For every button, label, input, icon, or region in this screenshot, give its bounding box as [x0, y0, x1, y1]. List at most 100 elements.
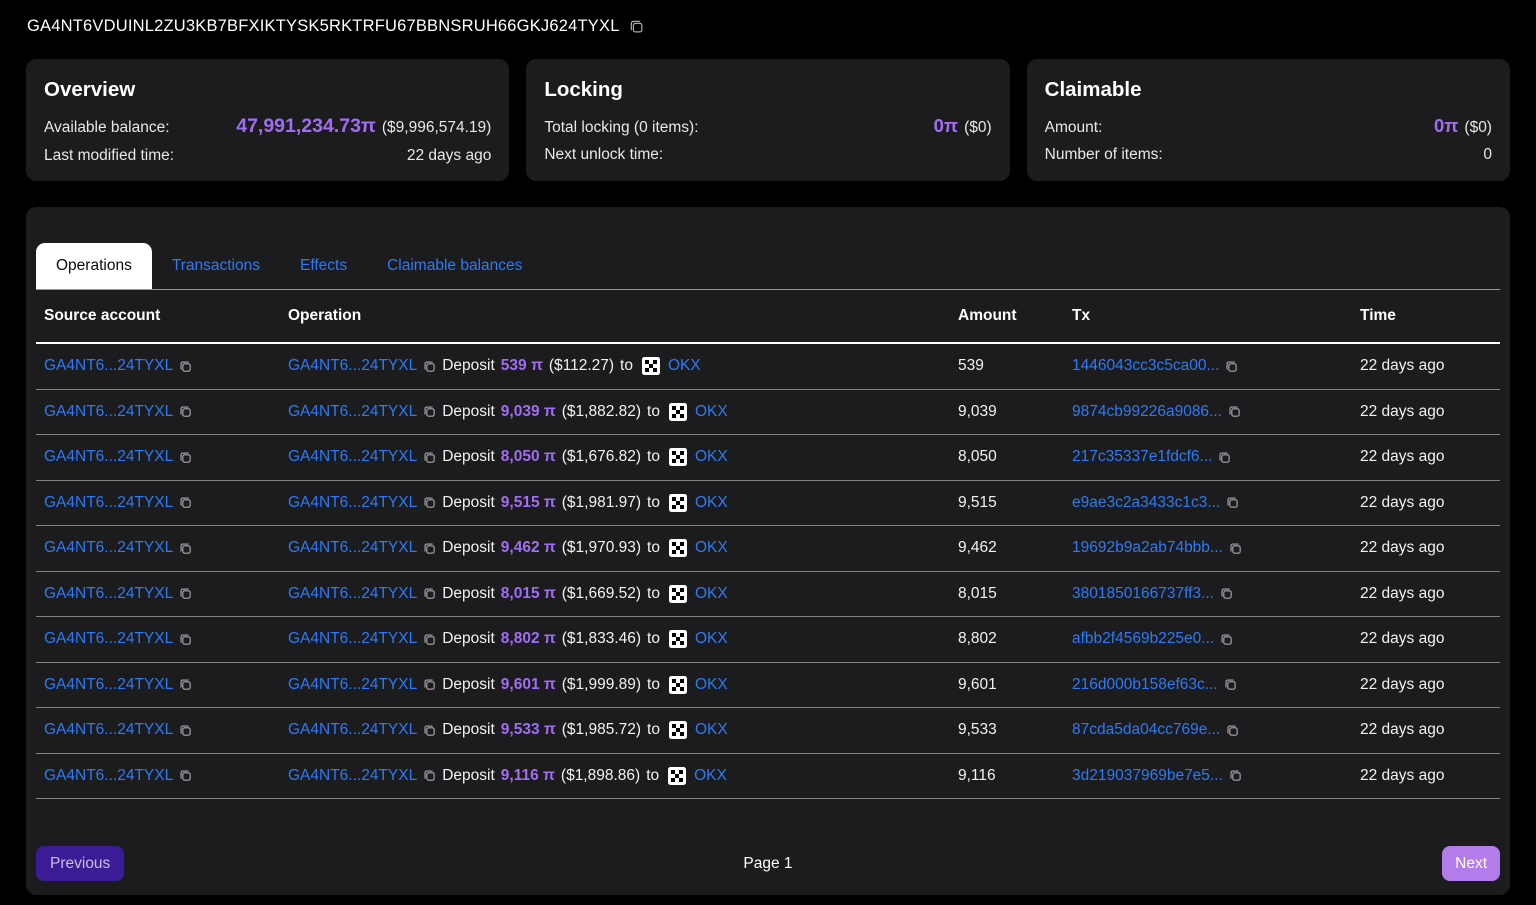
operation-account-link[interactable]: GA4NT6...24TYXL: [288, 539, 417, 557]
copy-source-icon[interactable]: [179, 496, 192, 509]
tab-operations[interactable]: Operations: [36, 243, 152, 289]
operation-destination-link[interactable]: OKX: [695, 721, 728, 739]
tx-hash-link[interactable]: 3d219037969be7e5...: [1072, 767, 1223, 785]
tx-hash-link[interactable]: 9874cb99226a9086...: [1072, 403, 1222, 421]
operation-account-link[interactable]: GA4NT6...24TYXL: [288, 448, 417, 466]
operation-account-link[interactable]: GA4NT6...24TYXL: [288, 721, 417, 739]
source-account-link[interactable]: GA4NT6...24TYXL: [44, 585, 173, 603]
operation-destination-link[interactable]: OKX: [695, 676, 728, 694]
summary-cards: Overview Available balance: 47,991,234.7…: [26, 59, 1510, 181]
operation-cell: GA4NT6...24TYXL Deposit 9,601 π ($1,999.…: [280, 676, 950, 694]
copy-source-icon[interactable]: [179, 769, 192, 782]
operation-account-link[interactable]: GA4NT6...24TYXL: [288, 494, 417, 512]
tab-effects[interactable]: Effects: [280, 243, 367, 289]
operation-destination-link[interactable]: OKX: [695, 585, 728, 603]
next-unlock-label: Next unlock time:: [544, 146, 663, 164]
operations-table-body: GA4NT6...24TYXL GA4NT6...24TYXL Deposit …: [36, 344, 1500, 799]
copy-tx-icon[interactable]: [1226, 496, 1239, 509]
tx-hash-link[interactable]: 19692b9a2ab74bbb...: [1072, 539, 1223, 557]
copy-source-icon[interactable]: [179, 678, 192, 691]
last-modified-label: Last modified time:: [44, 147, 174, 165]
tx-hash-link[interactable]: afbb2f4569b225e0...: [1072, 630, 1214, 648]
copy-source-icon[interactable]: [179, 360, 192, 373]
operation-to-label: to: [647, 539, 660, 557]
operation-destination-link[interactable]: OKX: [695, 448, 728, 466]
header-amount: Amount: [950, 307, 1064, 325]
operation-account-link[interactable]: GA4NT6...24TYXL: [288, 630, 417, 648]
copy-tx-icon[interactable]: [1229, 542, 1242, 555]
tx-hash-link[interactable]: 87cda5da04cc769e...: [1072, 721, 1220, 739]
tx-hash-link[interactable]: 1446043cc3c5ca00...: [1072, 357, 1219, 375]
operation-account-link[interactable]: GA4NT6...24TYXL: [288, 403, 417, 421]
source-account-link[interactable]: GA4NT6...24TYXL: [44, 676, 173, 694]
tx-hash-link[interactable]: 216d000b158ef63c...: [1072, 676, 1218, 694]
copy-operation-account-icon[interactable]: [423, 496, 436, 509]
copy-tx-icon[interactable]: [1218, 451, 1231, 464]
copy-operation-account-icon[interactable]: [423, 405, 436, 418]
copy-source-icon[interactable]: [179, 633, 192, 646]
copy-tx-icon[interactable]: [1226, 724, 1239, 737]
source-account-link[interactable]: GA4NT6...24TYXL: [44, 630, 173, 648]
copy-tx-icon[interactable]: [1228, 405, 1241, 418]
operation-destination-link[interactable]: OKX: [695, 494, 728, 512]
source-account-link[interactable]: GA4NT6...24TYXL: [44, 448, 173, 466]
operation-destination-link[interactable]: OKX: [694, 767, 727, 785]
source-account-link[interactable]: GA4NT6...24TYXL: [44, 767, 173, 785]
copy-address-icon[interactable]: [629, 19, 644, 34]
tx-hash-link[interactable]: e9ae3c2a3433c1c3...: [1072, 494, 1220, 512]
operation-to-label: to: [647, 585, 660, 603]
table-row: GA4NT6...24TYXL GA4NT6...24TYXL Deposit …: [36, 663, 1500, 709]
copy-operation-account-icon[interactable]: [423, 633, 436, 646]
operation-account-link[interactable]: GA4NT6...24TYXL: [288, 585, 417, 603]
copy-operation-account-icon[interactable]: [423, 587, 436, 600]
copy-source-icon[interactable]: [179, 587, 192, 600]
amount-cell: 9,601: [950, 676, 1064, 694]
copy-operation-account-icon[interactable]: [423, 769, 436, 782]
operation-account-link[interactable]: GA4NT6...24TYXL: [288, 676, 417, 694]
next-page-button[interactable]: Next: [1442, 846, 1500, 881]
copy-source-icon[interactable]: [179, 405, 192, 418]
previous-page-button[interactable]: Previous: [36, 846, 124, 881]
copy-tx-icon[interactable]: [1224, 678, 1237, 691]
copy-operation-account-icon[interactable]: [423, 542, 436, 555]
tx-hash-link[interactable]: 217c35337e1fdcf6...: [1072, 448, 1212, 466]
tx-hash-link[interactable]: 3801850166737ff3...: [1072, 585, 1214, 603]
okx-logo-icon: [669, 403, 687, 421]
operation-amount-usd: ($1,669.52): [562, 585, 641, 603]
source-account-link[interactable]: GA4NT6...24TYXL: [44, 357, 173, 375]
copy-tx-icon[interactable]: [1220, 633, 1233, 646]
operation-amount-usd: ($1,999.89): [562, 676, 641, 694]
source-account-link[interactable]: GA4NT6...24TYXL: [44, 494, 173, 512]
copy-operation-account-icon[interactable]: [423, 360, 436, 373]
operation-destination-link[interactable]: OKX: [695, 403, 728, 421]
operation-account-link[interactable]: GA4NT6...24TYXL: [288, 767, 417, 785]
amount-cell: 8,050: [950, 448, 1064, 466]
operation-to-label: to: [647, 448, 660, 466]
activity-tabs: Operations Transactions Effects Claimabl…: [36, 243, 1500, 290]
source-account-link[interactable]: GA4NT6...24TYXL: [44, 403, 173, 421]
operation-destination-link[interactable]: OKX: [695, 539, 728, 557]
copy-tx-icon[interactable]: [1225, 360, 1238, 373]
tab-claimable-balances[interactable]: Claimable balances: [367, 243, 542, 289]
operation-to-label: to: [646, 767, 659, 785]
copy-source-icon[interactable]: [179, 542, 192, 555]
operation-destination-link[interactable]: OKX: [668, 357, 701, 375]
source-account-link[interactable]: GA4NT6...24TYXL: [44, 539, 173, 557]
source-account-cell: GA4NT6...24TYXL: [36, 448, 280, 466]
copy-tx-icon[interactable]: [1229, 769, 1242, 782]
source-account-link[interactable]: GA4NT6...24TYXL: [44, 721, 173, 739]
tx-cell: 1446043cc3c5ca00...: [1064, 357, 1352, 375]
copy-tx-icon[interactable]: [1220, 587, 1233, 600]
source-account-cell: GA4NT6...24TYXL: [36, 676, 280, 694]
page-number-label: Page 1: [36, 855, 1500, 873]
operation-account-link[interactable]: GA4NT6...24TYXL: [288, 357, 417, 375]
copy-source-icon[interactable]: [179, 451, 192, 464]
claimable-amount-pi: 0π: [1434, 115, 1458, 136]
copy-operation-account-icon[interactable]: [423, 678, 436, 691]
claimable-items-value: 0: [1483, 146, 1492, 164]
copy-operation-account-icon[interactable]: [423, 451, 436, 464]
operation-destination-link[interactable]: OKX: [695, 630, 728, 648]
copy-operation-account-icon[interactable]: [423, 724, 436, 737]
tab-transactions[interactable]: Transactions: [152, 243, 280, 289]
copy-source-icon[interactable]: [179, 724, 192, 737]
